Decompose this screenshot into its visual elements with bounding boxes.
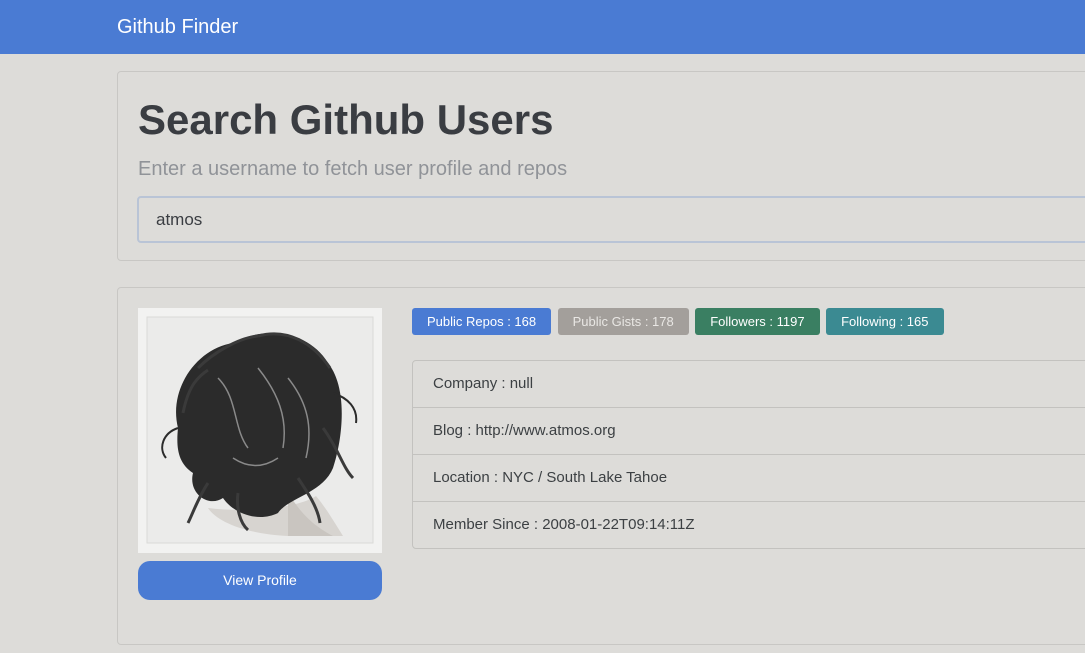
view-profile-button[interactable]: View Profile [138, 561, 382, 600]
badge-following: Following : 165 [826, 308, 944, 335]
info-blog: Blog : http://www.atmos.org [413, 408, 1085, 455]
user-avatar-photo-icon [138, 308, 382, 553]
badge-followers: Followers : 1197 [695, 308, 820, 335]
badge-public-repos: Public Repos : 168 [412, 308, 552, 335]
navbar: Github Finder [0, 0, 1085, 54]
info-member-since: Member Since : 2008-01-22T09:14:11Z [433, 516, 695, 533]
info-location: Location : NYC / South Lake Tahoe [413, 455, 1085, 502]
info-company: Company : null [413, 361, 1085, 408]
search-lead: Enter a username to fetch user profile a… [138, 158, 568, 180]
profile-info-list: Company : null Blog : http://www.atmos.o… [412, 360, 1085, 549]
stats-badges: Public Repos : 168 Public Gists : 178 Fo… [412, 308, 946, 335]
badge-public-gists: Public Gists : 178 [557, 308, 689, 335]
avatar [138, 308, 382, 553]
page-title: Search Github Users [138, 96, 554, 143]
search-card: Search Github Users Enter a username to … [117, 71, 1085, 261]
navbar-brand[interactable]: Github Finder [117, 15, 238, 39]
profile-card: View Profile Public Repos : 168 Public G… [117, 287, 1085, 645]
search-input[interactable] [137, 196, 1085, 243]
